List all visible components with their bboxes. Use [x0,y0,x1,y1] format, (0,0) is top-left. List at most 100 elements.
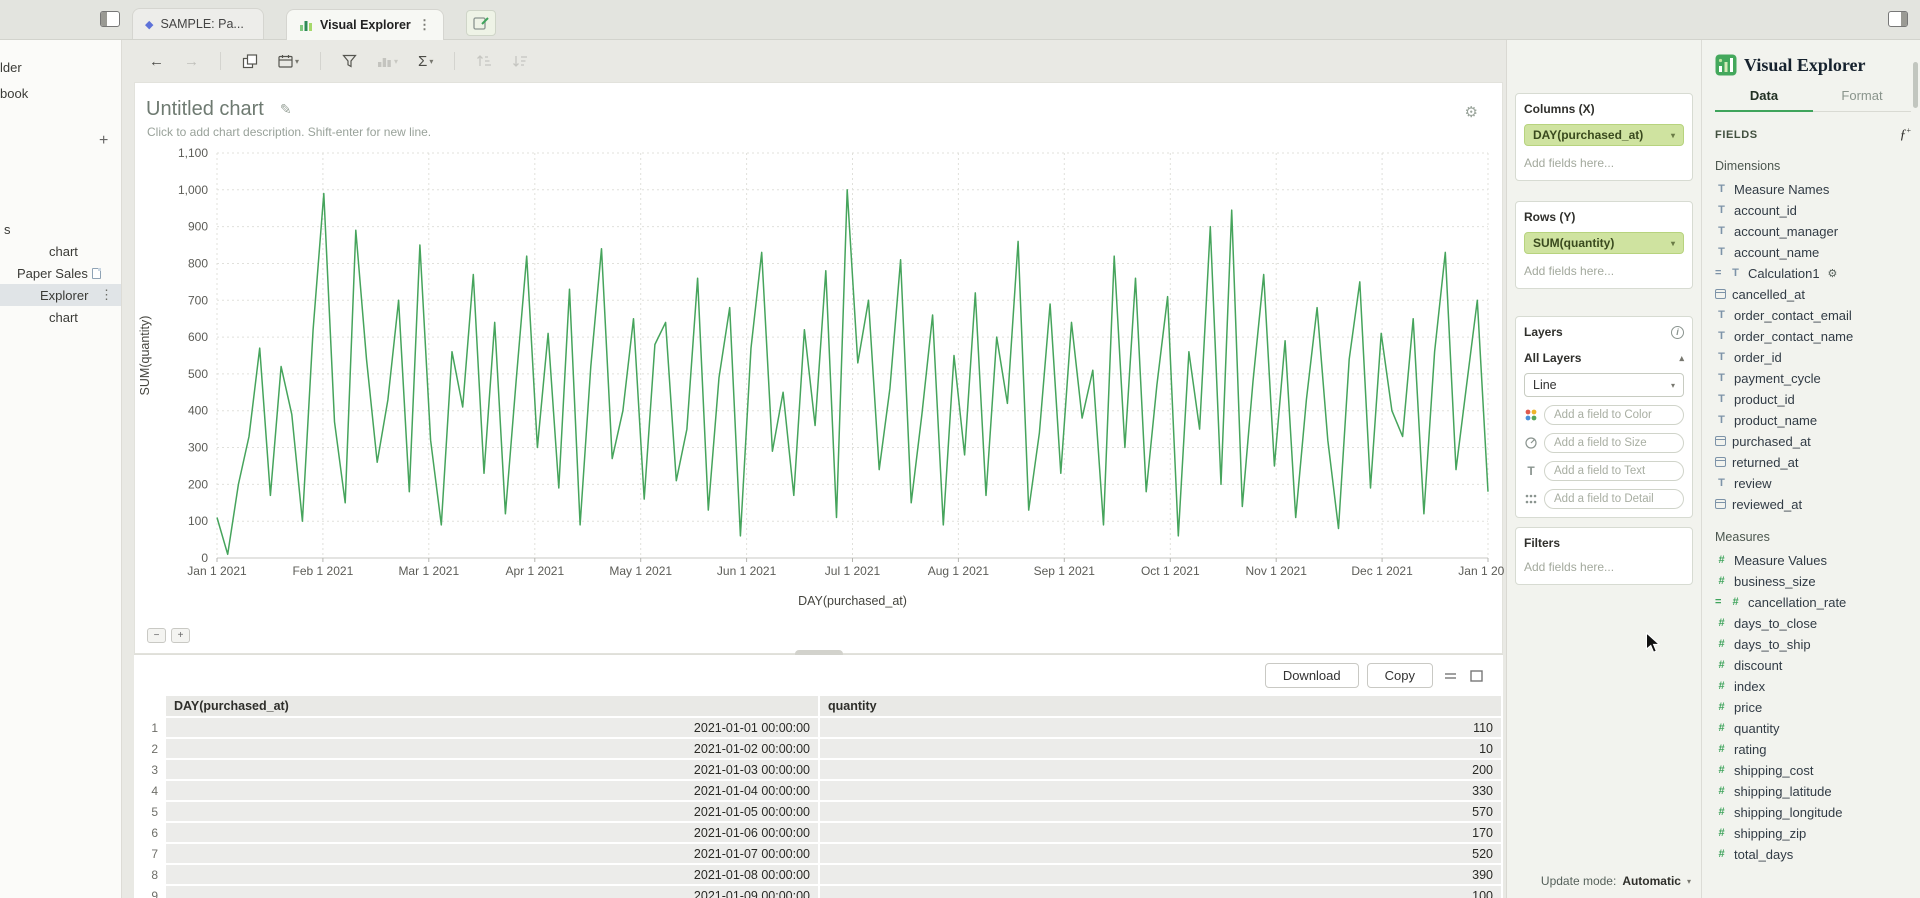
left-panel-toggle-icon[interactable] [100,11,120,27]
field-item[interactable]: #index [1715,676,1911,697]
table-row[interactable]: 42021-01-04 00:00:00330 [136,781,1501,800]
field-item[interactable]: Taccount_manager [1715,221,1911,242]
column-header-quantity[interactable]: quantity [820,696,1501,716]
field-item[interactable]: #shipping_cost [1715,760,1911,781]
line-chart[interactable]: 01002003004005006007008009001,0001,100Ja… [135,141,1504,617]
rows-drop-placeholder[interactable]: Add fields here... [1524,264,1684,280]
cell-date[interactable]: 2021-01-06 00:00:00 [166,823,818,842]
field-item[interactable]: returned_at [1715,452,1911,473]
cell-quantity[interactable]: 520 [820,844,1501,863]
cell-date[interactable]: 2021-01-02 00:00:00 [166,739,818,758]
field-item[interactable]: #price [1715,697,1911,718]
aggregate-button[interactable]: Σ ▾ [413,49,438,74]
cell-date[interactable]: 2021-01-08 00:00:00 [166,865,818,884]
columns-drop-placeholder[interactable]: Add fields here... [1524,156,1684,172]
field-item[interactable]: #shipping_zip [1715,823,1911,844]
encoding-slot-color[interactable]: Add a field to Color [1544,405,1684,425]
cell-date[interactable]: 2021-01-07 00:00:00 [166,844,818,863]
item-menu-icon[interactable]: ⋮ [100,287,113,303]
cell-quantity[interactable]: 390 [820,865,1501,884]
zoom-out-button[interactable]: − [147,628,166,643]
undo-button[interactable]: ← [144,49,169,74]
field-item[interactable]: #days_to_close [1715,613,1911,634]
table-row[interactable]: 22021-01-02 00:00:0010 [136,739,1501,758]
sidebar-item[interactable]: Explorer⋮ [0,284,121,306]
cell-quantity[interactable]: 10 [820,739,1501,758]
field-item[interactable]: #shipping_latitude [1715,781,1911,802]
encoding-slot-size[interactable]: Add a field to Size [1544,433,1684,453]
sidebar-item[interactable]: chart [0,306,121,328]
tab-sample-dashboard[interactable]: ◆ SAMPLE: Pa... [132,8,264,39]
field-item[interactable]: Treview [1715,473,1911,494]
field-item[interactable]: reviewed_at [1715,494,1911,515]
update-mode-value[interactable]: Automatic [1622,874,1681,888]
field-item[interactable]: Tproduct_id [1715,389,1911,410]
edit-title-icon[interactable]: ✎ [280,101,292,118]
field-item[interactable]: #quantity [1715,718,1911,739]
table-row[interactable]: 62021-01-06 00:00:00170 [136,823,1501,842]
field-item[interactable]: #discount [1715,655,1911,676]
field-item[interactable]: Torder_id [1715,347,1911,368]
cell-date[interactable]: 2021-01-03 00:00:00 [166,760,818,779]
field-item[interactable]: Taccount_name [1715,242,1911,263]
field-item[interactable]: Tproduct_name [1715,410,1911,431]
sidebar-item[interactable]: Paper Sales [0,262,121,284]
sidebar-item[interactable]: chart [0,240,121,262]
scrollbar-thumb[interactable] [1913,62,1918,108]
column-header-date[interactable]: DAY(purchased_at) [166,696,818,716]
field-item[interactable]: cancelled_at [1715,284,1911,305]
download-button[interactable]: Download [1265,663,1359,688]
filters-drop-placeholder[interactable]: Add fields here... [1524,560,1684,576]
table-row[interactable]: 52021-01-05 00:00:00570 [136,802,1501,821]
field-item[interactable]: #days_to_ship [1715,634,1911,655]
zoom-in-button[interactable]: + [171,628,190,643]
field-item[interactable]: #rating [1715,739,1911,760]
new-query-button[interactable] [466,10,496,36]
cell-quantity[interactable]: 330 [820,781,1501,800]
field-item[interactable]: #shipping_longitude [1715,802,1911,823]
table-row[interactable]: 12021-01-01 00:00:00110 [136,718,1501,737]
field-item[interactable]: Taccount_id [1715,200,1911,221]
field-item[interactable]: #total_days [1715,844,1911,865]
date-granularity-button[interactable]: ▾ [273,50,304,72]
cell-date[interactable]: 2021-01-04 00:00:00 [166,781,818,800]
info-icon[interactable]: i [1671,326,1684,339]
encoding-slot-text[interactable]: Add a field to Text [1544,461,1684,481]
collapse-table-icon[interactable] [1441,668,1459,684]
table-row[interactable]: 92021-01-09 00:00:00100 [136,886,1501,898]
cell-quantity[interactable]: 570 [820,802,1501,821]
add-calculation-icon[interactable]: ƒ+ [1899,126,1911,144]
chart-type-icon[interactable] [237,50,263,73]
tab-format[interactable]: Format [1813,88,1911,111]
field-item[interactable]: Tpayment_cycle [1715,368,1911,389]
sidebar-add-button[interactable]: + [99,132,108,150]
filter-button[interactable] [337,50,362,72]
table-row[interactable]: 72021-01-07 00:00:00520 [136,844,1501,863]
table-row[interactable]: 82021-01-08 00:00:00390 [136,865,1501,884]
table-row[interactable]: 32021-01-03 00:00:00200 [136,760,1501,779]
field-item[interactable]: =TCalculation1⚙ [1715,263,1911,284]
copy-button[interactable]: Copy [1367,663,1433,688]
cell-date[interactable]: 2021-01-05 00:00:00 [166,802,818,821]
sidebar-item[interactable]: lder [0,54,121,80]
sidebar-item[interactable]: book [0,80,121,106]
mark-type-select[interactable]: Line ▾ [1524,373,1684,397]
expand-table-icon[interactable] [1467,668,1485,684]
right-panel-toggle-icon[interactable] [1888,11,1908,27]
field-item[interactable]: Torder_contact_name [1715,326,1911,347]
cell-quantity[interactable]: 200 [820,760,1501,779]
field-item[interactable]: #business_size [1715,571,1911,592]
field-item[interactable]: #Measure Values [1715,550,1911,571]
cell-quantity[interactable]: 100 [820,886,1501,898]
encoding-slot-detail[interactable]: Add a field to Detail [1544,489,1684,509]
field-item[interactable]: =#cancellation_rate [1715,592,1911,613]
tab-visual-explorer[interactable]: Visual Explorer ⋮ [286,9,444,40]
chevron-up-icon[interactable]: ▴ [1679,353,1684,364]
tab-menu-icon[interactable]: ⋮ [418,17,431,33]
field-settings-icon[interactable]: ⚙ [1828,267,1838,280]
cell-date[interactable]: 2021-01-09 00:00:00 [166,886,818,898]
field-item[interactable]: purchased_at [1715,431,1911,452]
rows-field-pill[interactable]: SUM(quantity) ▾ [1524,232,1684,254]
cell-quantity[interactable]: 170 [820,823,1501,842]
columns-field-pill[interactable]: DAY(purchased_at) ▾ [1524,124,1684,146]
